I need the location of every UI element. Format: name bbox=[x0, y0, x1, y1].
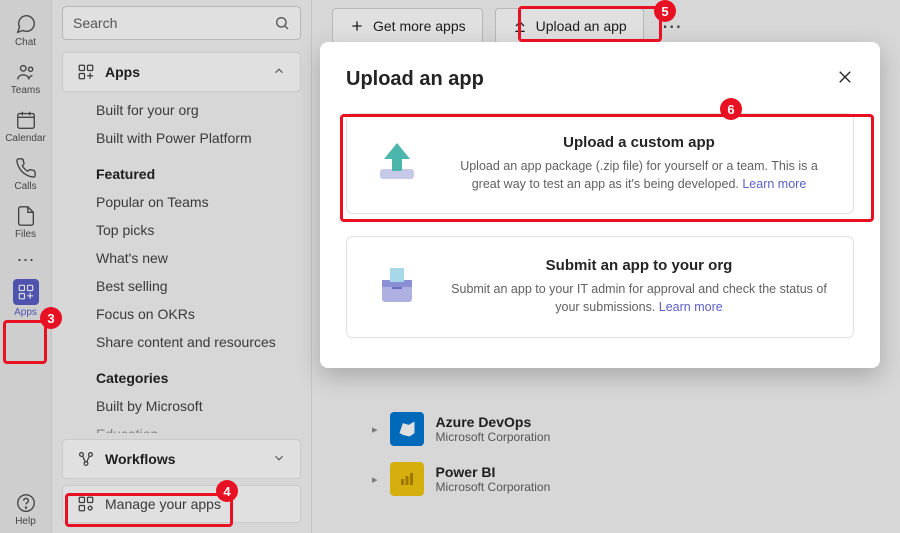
dialog-title: Upload an app bbox=[346, 68, 836, 91]
upload-custom-app-card[interactable]: Upload a custom app Upload an app packag… bbox=[346, 113, 854, 214]
close-icon bbox=[836, 68, 854, 86]
close-button[interactable] bbox=[836, 68, 854, 91]
card-title: Submit an app to your org bbox=[447, 257, 831, 274]
submit-app-org-card[interactable]: Submit an app to your org Submit an app … bbox=[346, 236, 854, 337]
card-desc: Upload an app package (.zip file) for yo… bbox=[447, 157, 831, 193]
learn-more-link[interactable]: Learn more bbox=[742, 177, 806, 191]
upload-illustration bbox=[369, 134, 425, 190]
card-desc: Submit an app to your IT admin for appro… bbox=[447, 280, 831, 316]
annotation-badge: 5 bbox=[654, 0, 676, 22]
card-title: Upload a custom app bbox=[447, 134, 831, 151]
learn-more-link[interactable]: Learn more bbox=[659, 300, 723, 314]
annotation-badge: 4 bbox=[216, 480, 238, 502]
upload-app-dialog: Upload an app Upload a custom app Upload… bbox=[320, 42, 880, 368]
submit-illustration bbox=[369, 257, 425, 313]
annotation-badge: 6 bbox=[720, 98, 742, 120]
annotation-badge: 3 bbox=[40, 307, 62, 329]
